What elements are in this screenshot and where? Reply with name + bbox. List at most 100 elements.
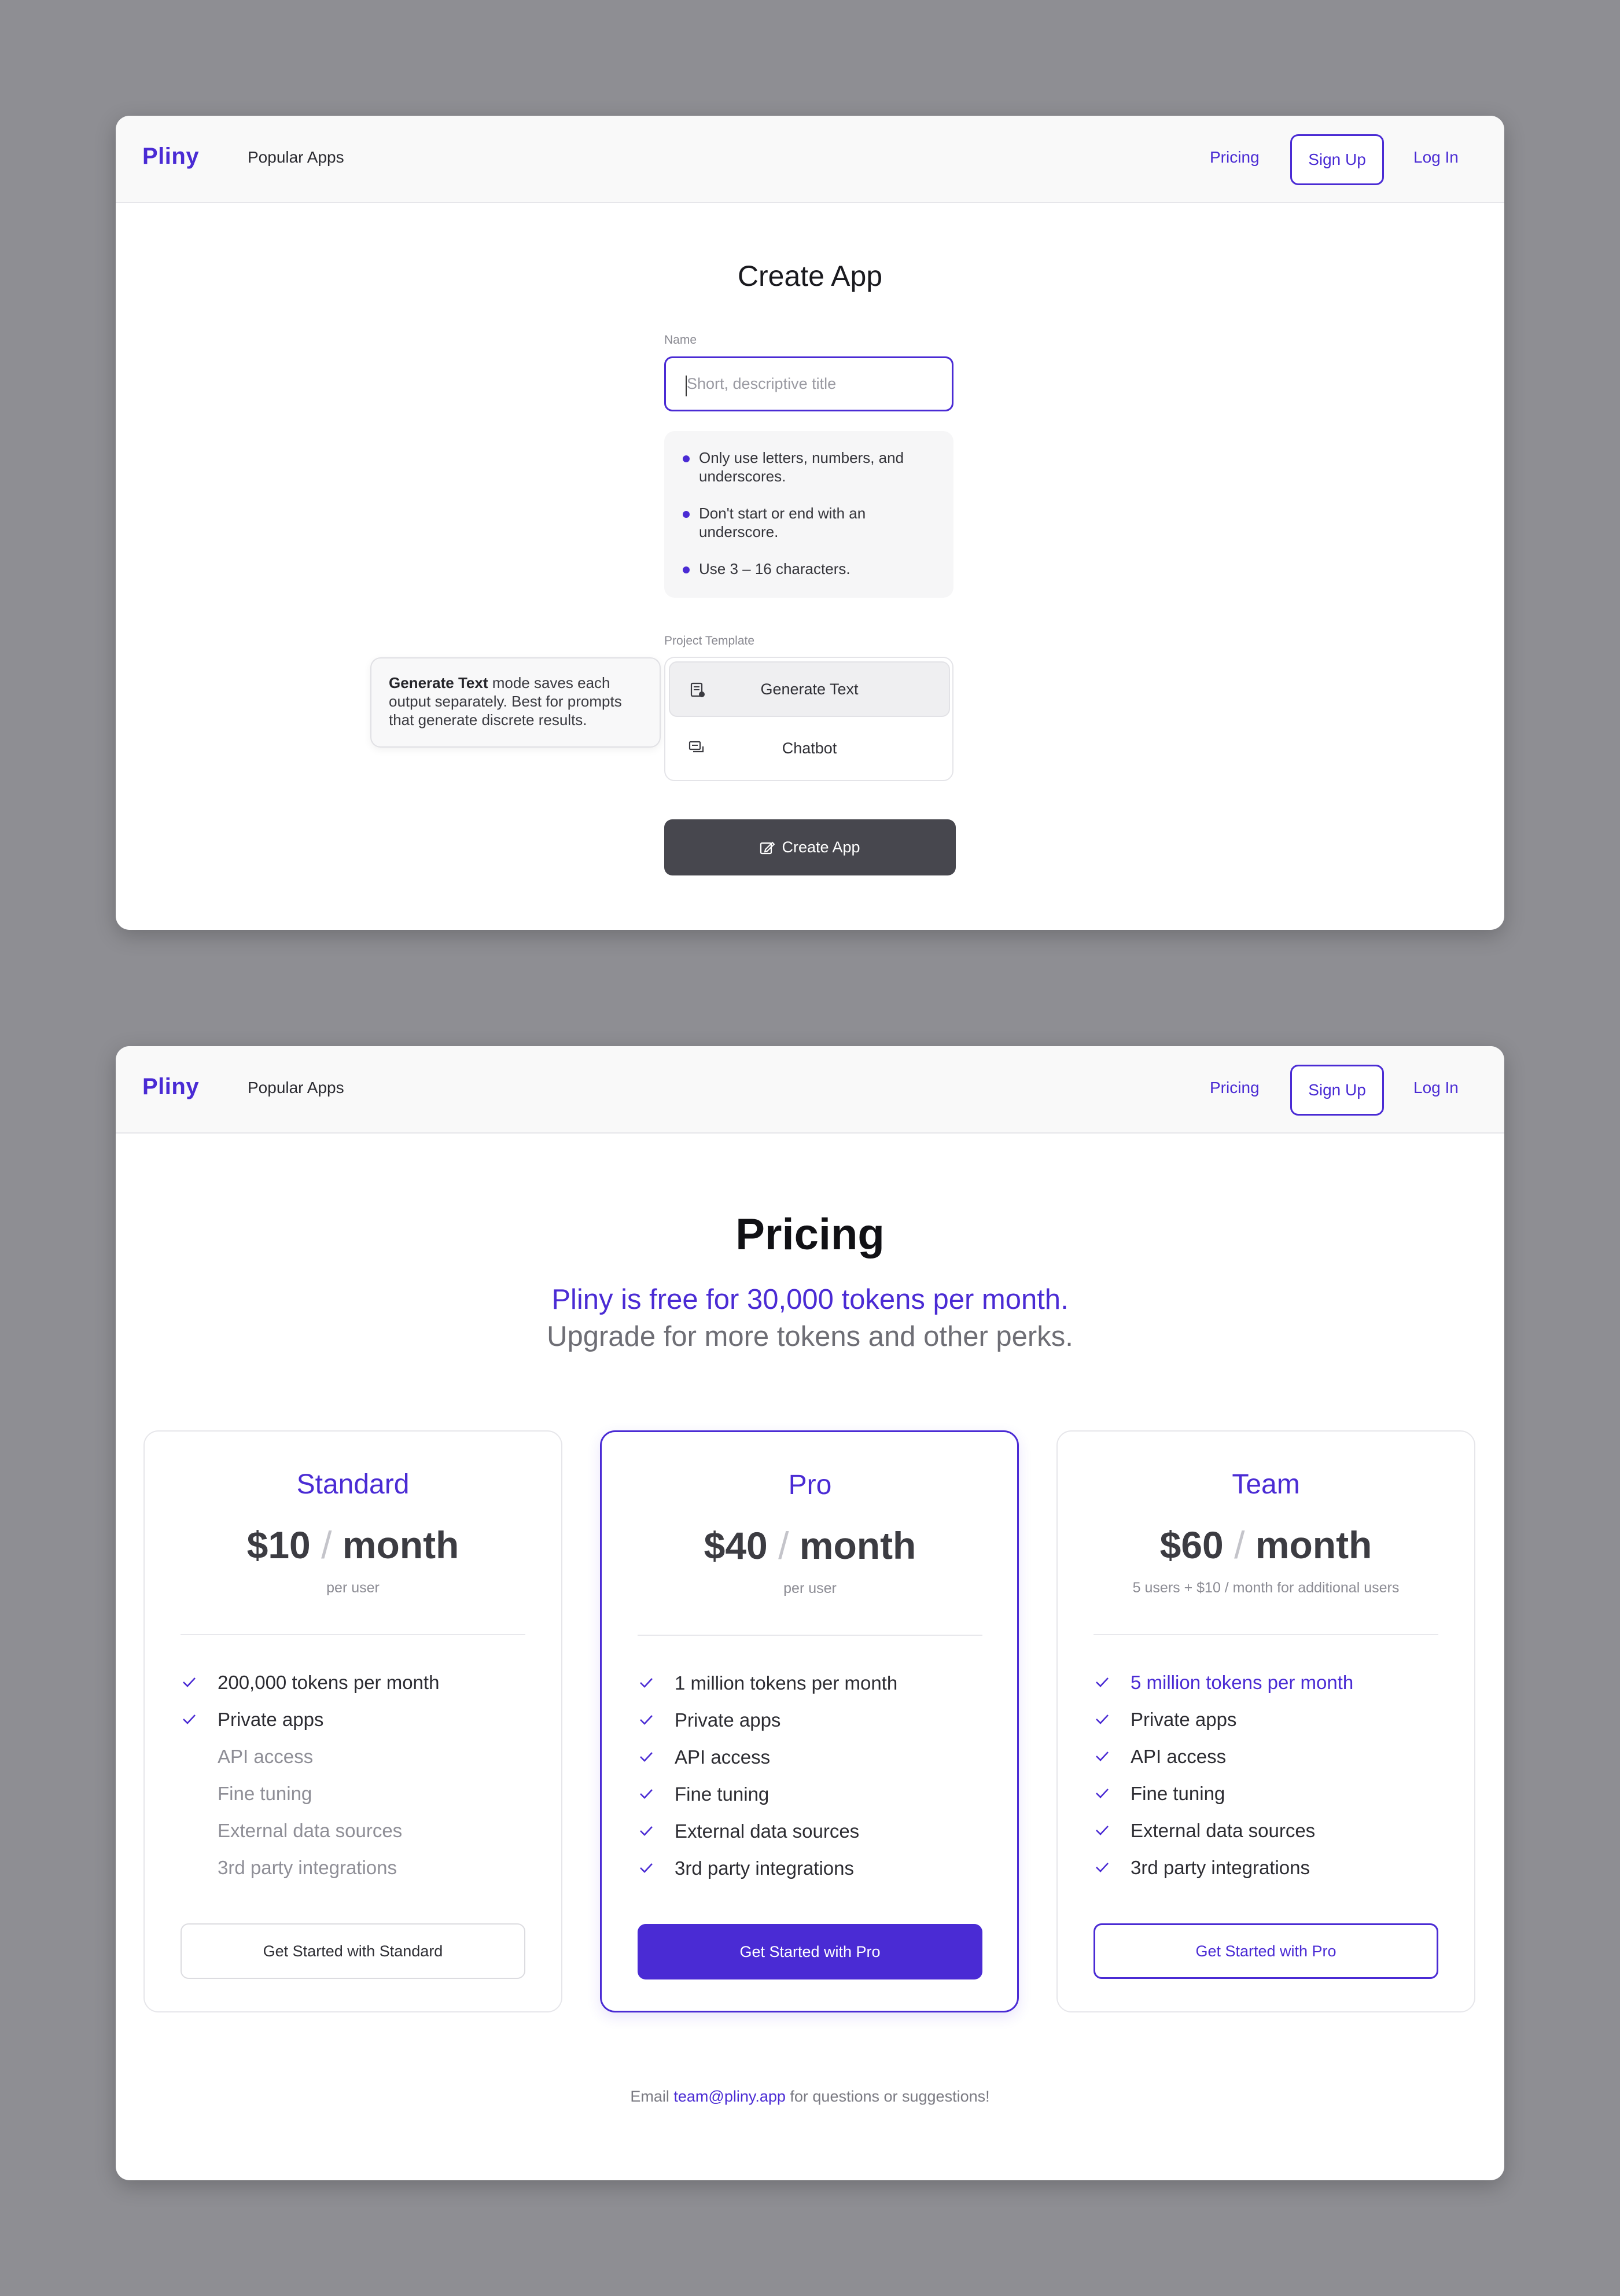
feature-item: API access [638, 1746, 996, 1783]
feature-item: Fine tuning [181, 1782, 539, 1819]
plan-price-amount: $60 [1159, 1524, 1224, 1566]
feature-item: External data sources [1094, 1819, 1452, 1856]
feature-label: API access [218, 1746, 314, 1767]
check-icon [1096, 1863, 1109, 1872]
feature-item: 5 million tokens per month [1094, 1671, 1452, 1708]
plan-name: Pro [788, 1470, 832, 1500]
check-icon [640, 1863, 653, 1873]
feature-label: Fine tuning [675, 1783, 770, 1805]
top-navbar: Pliny Popular Apps Pricing Sign Up Log I… [116, 1046, 1504, 1134]
plan-price: $40 / month [704, 1524, 916, 1567]
check-icon [640, 1678, 653, 1688]
pliny-logo[interactable]: Pliny [142, 144, 199, 170]
bullet-icon [683, 455, 690, 462]
name-rules-panel: Only use letters, numbers, and underscor… [664, 431, 953, 598]
plan-name: Team [1232, 1469, 1300, 1500]
check-icon [1096, 1752, 1109, 1761]
create-app-button-label: Create App [782, 838, 860, 856]
get-started-team-button[interactable]: Get Started with Pro [1094, 1923, 1438, 1979]
template-option-generate-text[interactable]: Generate Text [669, 661, 950, 717]
footer-suffix: for questions or suggestions! [785, 2088, 990, 2105]
check-icon [640, 1826, 653, 1836]
feature-label: 3rd party integrations [1131, 1857, 1310, 1878]
feature-list: 200,000 tokens per month Private apps API … [181, 1671, 539, 1893]
feature-label: Private apps [1131, 1709, 1237, 1730]
feature-item: 200,000 tokens per month [181, 1671, 539, 1708]
template-label: Generate Text [760, 680, 859, 698]
plan-name: Standard [296, 1469, 410, 1500]
feature-item: External data sources [638, 1820, 996, 1857]
feature-label: 1 million tokens per month [675, 1672, 898, 1694]
document-icon [690, 682, 705, 697]
nav-popular-apps[interactable]: Popular Apps [248, 1079, 344, 1097]
plan-card-pro: Pro $40 / month per user 1 million token… [600, 1430, 1019, 2012]
check-icon [1096, 1826, 1109, 1835]
check-icon [640, 1789, 653, 1799]
create-app-window: Pliny Popular Apps Pricing Sign Up Log I… [116, 116, 1504, 930]
bullet-icon [683, 511, 690, 518]
plan-note: per user [326, 1580, 380, 1596]
feature-item: External data sources [181, 1819, 539, 1856]
get-started-standard-button[interactable]: Get Started with Standard [181, 1923, 525, 1979]
feature-label: Fine tuning [218, 1783, 312, 1804]
plan-card-standard: Standard $10 / month per user 200,000 to… [143, 1430, 562, 2012]
divider [181, 1634, 525, 1635]
rule-item: Don't start or end with an underscore. [699, 505, 866, 540]
pliny-logo[interactable]: Pliny [142, 1074, 199, 1100]
template-option-chatbot[interactable]: Chatbot [669, 720, 950, 776]
divider [1094, 1634, 1438, 1635]
pricing-subtitle-upgrade: Upgrade for more tokens and other perks. [547, 1321, 1073, 1352]
check-icon [183, 1714, 196, 1724]
pricing-subtitle-free: Pliny is free for 30,000 tokens per mont… [551, 1284, 1069, 1315]
feature-item: Private apps [638, 1709, 996, 1746]
plan-price-period: month [1255, 1524, 1372, 1566]
log-in-link[interactable]: Log In [1413, 1079, 1459, 1097]
feature-item: Private apps [181, 1708, 539, 1745]
plan-price-period: month [342, 1524, 459, 1566]
feature-item: API access [1094, 1745, 1452, 1782]
rule-item: Only use letters, numbers, and underscor… [699, 449, 904, 485]
check-icon [1096, 1789, 1109, 1798]
feature-item: API access [181, 1745, 539, 1782]
template-label: Chatbot [782, 739, 837, 757]
feature-list: 1 million tokens per month Private apps AP… [638, 1672, 996, 1894]
feature-item: Private apps [1094, 1708, 1452, 1745]
get-started-pro-button[interactable]: Get Started with Pro [638, 1924, 982, 1979]
contact-email-link[interactable]: team@pliny.app [673, 2088, 786, 2105]
footer-prefix: Email [630, 2088, 674, 2105]
plan-note: per user [783, 1580, 837, 1596]
check-icon [640, 1715, 653, 1725]
sign-up-button[interactable]: Sign Up [1290, 134, 1384, 185]
pricing-window: Pliny Popular Apps Pricing Sign Up Log I… [116, 1046, 1504, 2180]
contact-footer: Email team@pliny.app for questions or su… [116, 2088, 1504, 2106]
plan-price: $60 / month [1159, 1524, 1372, 1566]
nav-pricing[interactable]: Pricing [1210, 1079, 1260, 1097]
feature-item: 3rd party integrations [638, 1857, 996, 1894]
template-field-label: Project Template [664, 634, 755, 647]
create-app-button[interactable]: Create App [664, 819, 956, 875]
tooltip-bold: Generate Text [389, 674, 488, 691]
sign-up-button[interactable]: Sign Up [1290, 1065, 1384, 1116]
template-selector: Generate Text Chatbot [664, 657, 953, 781]
check-icon [1096, 1714, 1109, 1724]
check-icon [640, 1752, 653, 1762]
feature-label: API access [1131, 1746, 1227, 1767]
name-input[interactable]: Short, descriptive title [664, 356, 953, 411]
check-icon [183, 1677, 196, 1687]
nav-pricing[interactable]: Pricing [1210, 148, 1260, 167]
feature-list: 5 million tokens per month Private apps AP… [1094, 1671, 1452, 1893]
feature-label: External data sources [1131, 1820, 1316, 1841]
log-in-link[interactable]: Log In [1413, 148, 1459, 167]
feature-label: Fine tuning [1131, 1783, 1225, 1804]
feature-item: Fine tuning [1094, 1782, 1452, 1819]
nav-popular-apps[interactable]: Popular Apps [248, 148, 344, 167]
plan-price: $10 / month [246, 1524, 459, 1566]
plan-note: 5 users + $10 / month for additional use… [1132, 1580, 1400, 1596]
feature-label: Private apps [675, 1709, 781, 1731]
name-input-placeholder: Short, descriptive title [687, 375, 837, 392]
plan-price-amount: $10 [246, 1524, 311, 1566]
edit-icon [760, 841, 775, 854]
feature-label: 3rd party integrations [675, 1857, 855, 1879]
pricing-title: Pricing [735, 1210, 885, 1259]
check-icon [1096, 1677, 1109, 1687]
